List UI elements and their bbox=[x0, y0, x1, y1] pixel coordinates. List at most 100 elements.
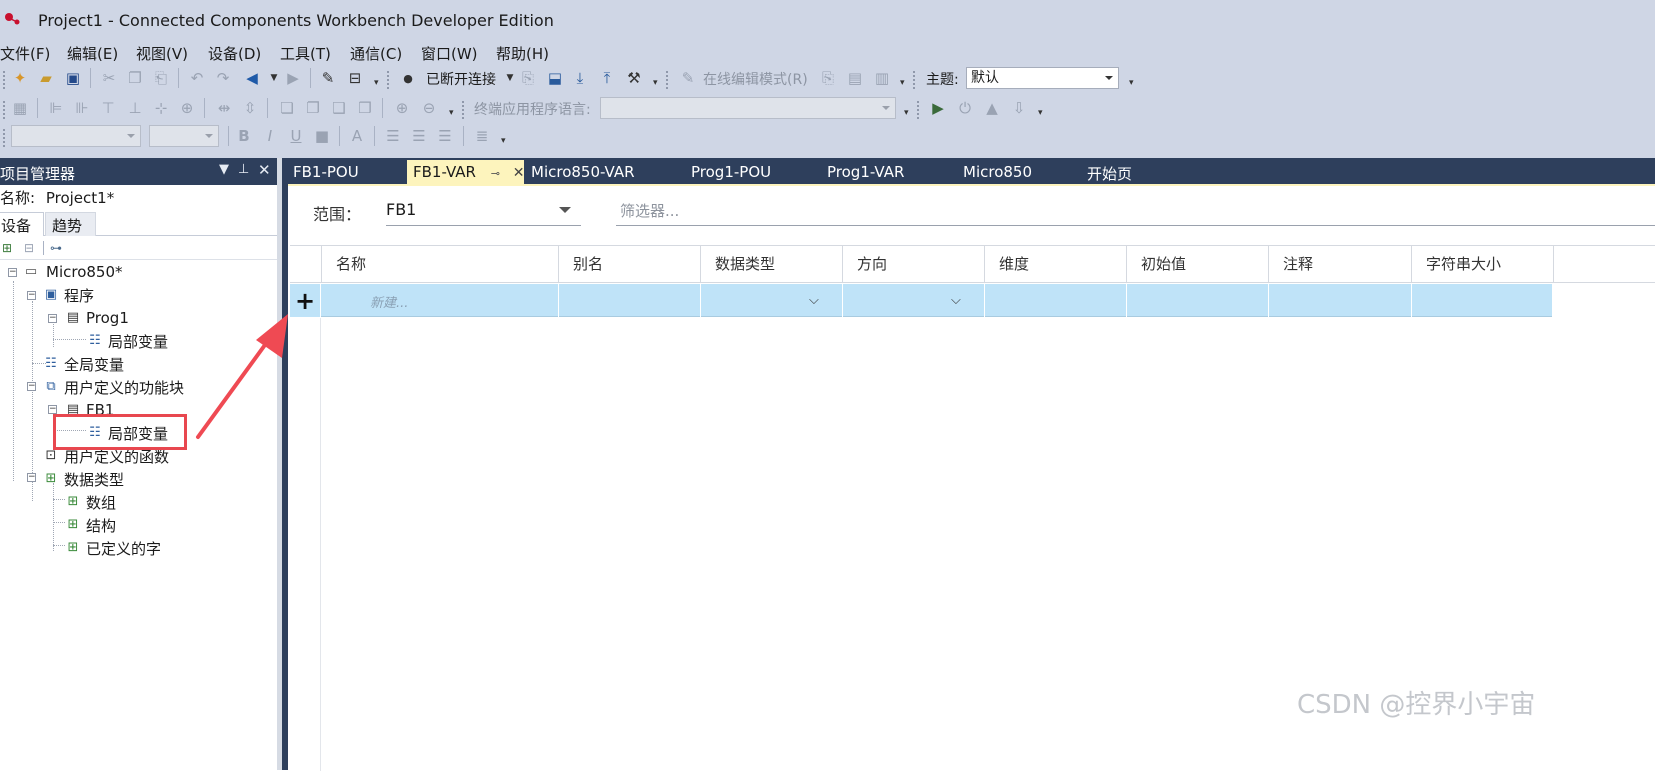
cut-icon[interactable]: ✂ bbox=[99, 68, 119, 88]
tree-item-programs[interactable]: ▣ 程序 bbox=[42, 284, 94, 306]
new-variable-row[interactable]: + 新建... ⌵ ⌵ bbox=[290, 284, 1552, 317]
collapse-toggle[interactable]: − bbox=[27, 291, 36, 300]
menu-help[interactable]: 帮助(H) bbox=[496, 43, 549, 64]
tree-item-arrays[interactable]: ⊞ 数组 bbox=[64, 491, 116, 513]
bullet-list-icon[interactable]: ≣ bbox=[472, 126, 492, 146]
toolbar-overflow-icon[interactable]: ▾ bbox=[501, 136, 509, 146]
wrench-icon[interactable]: ✎ bbox=[318, 68, 338, 88]
collapse-toggle[interactable]: − bbox=[48, 314, 57, 323]
cancel-edits-icon[interactable]: ▥ bbox=[872, 68, 892, 88]
tab-micro850[interactable]: Micro850 bbox=[957, 160, 1038, 184]
tab-micro850-var[interactable]: Micro850-VAR bbox=[525, 160, 641, 184]
tree-item-structures[interactable]: ⊞ 结构 bbox=[64, 514, 116, 536]
new-datatype-cell[interactable]: ⌵ bbox=[701, 284, 843, 317]
tab-fb1-pou[interactable]: FB1-POU bbox=[287, 160, 365, 184]
fill-color-icon[interactable]: ■ bbox=[312, 126, 332, 146]
menu-view[interactable]: 视图(V) bbox=[136, 43, 188, 64]
collapse-toggle[interactable]: − bbox=[27, 382, 36, 391]
toolbar-grip[interactable] bbox=[912, 70, 916, 90]
collapse-toggle[interactable]: − bbox=[8, 268, 17, 277]
font-family-select[interactable] bbox=[11, 125, 141, 147]
navigate-back-dropdown-icon[interactable]: ▼ bbox=[264, 68, 284, 88]
column-header-comment[interactable]: 注释 bbox=[1269, 246, 1412, 283]
chevron-down-icon[interactable]: ⌵ bbox=[951, 293, 961, 308]
tab-devices[interactable]: 设备 bbox=[0, 212, 44, 236]
online-edit-icon[interactable]: ✎ bbox=[678, 68, 698, 88]
toolbox-icon[interactable]: ⊟ bbox=[345, 68, 365, 88]
tree-item-controller[interactable]: ▭ Micro850* bbox=[20, 261, 123, 283]
navigate-back-icon[interactable]: ◀ bbox=[242, 68, 262, 88]
new-direction-cell[interactable]: ⌵ bbox=[843, 284, 985, 317]
navigate-forward-icon[interactable]: ▶ bbox=[283, 68, 303, 88]
collapse-toggle[interactable]: − bbox=[27, 473, 36, 482]
font-color-icon[interactable]: A bbox=[347, 126, 367, 146]
menu-device[interactable]: 设备(D) bbox=[208, 43, 261, 64]
zoom-in-icon[interactable]: ⊕ bbox=[392, 98, 412, 118]
panel-splitter[interactable] bbox=[277, 158, 282, 770]
tab-trends[interactable]: 趋势 bbox=[45, 212, 96, 236]
toolbar-grip[interactable] bbox=[665, 70, 669, 90]
italic-icon[interactable]: I bbox=[260, 126, 280, 146]
pin-icon[interactable]: ⊥ bbox=[238, 162, 249, 177]
toolbar-grip[interactable] bbox=[2, 100, 6, 120]
new-dimension-cell[interactable] bbox=[985, 284, 1127, 317]
new-initial-value-cell[interactable] bbox=[1127, 284, 1269, 317]
filter-input[interactable]: 筛选器... bbox=[616, 196, 1655, 226]
copy-icon[interactable]: ❐ bbox=[125, 68, 145, 88]
test-edits-icon[interactable]: ▤ bbox=[845, 68, 865, 88]
align-right-icon[interactable]: ⊪ bbox=[72, 98, 92, 118]
collapse-toggle[interactable]: − bbox=[48, 405, 57, 414]
online-edit-mode[interactable]: 在线编辑模式(R) bbox=[703, 69, 808, 89]
menu-comm[interactable]: 通信(C) bbox=[350, 43, 402, 64]
align-top-icon[interactable]: ⊤ bbox=[98, 98, 118, 118]
tree-item-defined-words[interactable]: ⊞ 已定义的字 bbox=[64, 537, 161, 559]
tab-prog1-var[interactable]: Prog1-VAR bbox=[821, 160, 910, 184]
disconnect-icon[interactable]: ● bbox=[398, 68, 418, 88]
menu-window[interactable]: 窗口(W) bbox=[421, 43, 478, 64]
connection-dropdown-icon[interactable]: ▼ bbox=[500, 68, 520, 88]
redo-icon[interactable]: ↷ bbox=[213, 68, 233, 88]
add-device-icon[interactable]: ⊞ bbox=[2, 241, 16, 255]
tree-item-user-function-blocks[interactable]: ⧉ 用户定义的功能块 bbox=[42, 376, 184, 398]
column-header-name[interactable]: 名称 bbox=[322, 246, 559, 283]
upload-compare-icon[interactable]: ⎘ bbox=[518, 68, 538, 88]
upload-icon[interactable]: ⤒ bbox=[597, 68, 617, 88]
align-center-icon[interactable]: ⊕ bbox=[177, 98, 197, 118]
warning-icon[interactable]: ▲ bbox=[982, 98, 1002, 118]
text-align-center-icon[interactable]: ☰ bbox=[409, 126, 429, 146]
menu-file[interactable]: 文件(F) bbox=[0, 43, 50, 64]
align-left-icon[interactable]: ⊫ bbox=[46, 98, 66, 118]
bring-front-icon[interactable]: ❏ bbox=[277, 98, 297, 118]
bold-icon[interactable]: B bbox=[234, 126, 254, 146]
tree-item-prog1[interactable]: ▤ Prog1 bbox=[64, 307, 129, 329]
toolbar-grip[interactable] bbox=[461, 100, 465, 120]
menu-edit[interactable]: 编辑(E) bbox=[67, 43, 118, 64]
space-vertical-icon[interactable]: ⇳ bbox=[240, 98, 260, 118]
toolbar-overflow-icon[interactable]: ▾ bbox=[1038, 108, 1046, 118]
column-header-datatype[interactable]: 数据类型 bbox=[701, 246, 843, 283]
new-name-cell[interactable]: 新建... bbox=[322, 284, 559, 317]
zoom-out-icon[interactable]: ⊖ bbox=[419, 98, 439, 118]
toolbar-overflow-icon[interactable]: ▾ bbox=[449, 108, 457, 118]
toolbar-overflow-icon[interactable]: ▾ bbox=[374, 78, 382, 88]
tree-layout-icon[interactable]: ⊶ bbox=[50, 241, 64, 255]
column-header-initial-value[interactable]: 初始值 bbox=[1127, 246, 1269, 283]
undo-icon[interactable]: ↶ bbox=[187, 68, 207, 88]
theme-select[interactable]: 默认 bbox=[966, 67, 1119, 89]
send-back-icon[interactable]: ❐ bbox=[303, 98, 323, 118]
toolbar-grip[interactable] bbox=[2, 70, 6, 90]
toolbar-overflow-icon[interactable]: ▾ bbox=[900, 78, 908, 88]
save-icon[interactable]: ▣ bbox=[63, 68, 83, 88]
close-icon[interactable]: ✕ bbox=[258, 161, 271, 179]
tab-fb1-var[interactable]: FB1-VAR ⊸ ✕ bbox=[407, 160, 525, 184]
new-string-size-cell[interactable] bbox=[1412, 284, 1552, 317]
connection-status[interactable]: 已断开连接 bbox=[426, 69, 496, 89]
font-size-select[interactable] bbox=[149, 125, 219, 147]
run-mode-icon[interactable]: ▶ bbox=[928, 98, 948, 118]
underline-icon[interactable]: U bbox=[286, 126, 306, 146]
tree-item-global-vars[interactable]: ☷ 全局变量 bbox=[42, 353, 124, 375]
clean-icon[interactable]: ⚒ bbox=[624, 68, 644, 88]
ungroup-icon[interactable]: ❒ bbox=[355, 98, 375, 118]
align-bottom-icon[interactable]: ⊥ bbox=[125, 98, 145, 118]
new-alias-cell[interactable] bbox=[559, 284, 701, 317]
